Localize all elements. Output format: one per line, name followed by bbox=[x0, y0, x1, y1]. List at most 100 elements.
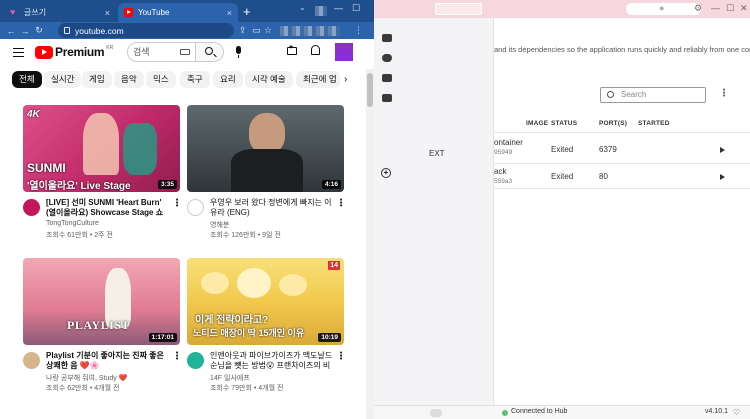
video-meta: 조회수 79만회 • 4개월 전 bbox=[210, 385, 284, 392]
search-button[interactable] bbox=[196, 42, 224, 62]
close-icon[interactable]: × bbox=[227, 8, 232, 18]
chip-recent[interactable]: 최근에 업 bbox=[296, 71, 340, 88]
container-port[interactable]: 6379 bbox=[599, 145, 617, 154]
tab-label: YouTube bbox=[138, 8, 170, 17]
start-play-icon[interactable] bbox=[720, 147, 725, 153]
extensions-area[interactable] bbox=[280, 26, 340, 36]
menu-icon[interactable] bbox=[13, 48, 24, 57]
user-icon[interactable]: ● bbox=[659, 3, 664, 13]
hub-status-dot bbox=[502, 410, 508, 416]
minimize-icon[interactable]: — bbox=[711, 3, 720, 13]
chip-games[interactable]: 게임 bbox=[82, 71, 112, 88]
column-header-started[interactable]: STARTED bbox=[638, 120, 670, 127]
video-thumbnail[interactable]: 4K SUNMI '열이올라요' Live Stage 3:35 bbox=[23, 105, 180, 192]
more-options-icon[interactable]: ⋮ bbox=[172, 198, 182, 209]
column-header-ports[interactable]: PORT(S) bbox=[599, 120, 627, 127]
channel-avatar[interactable] bbox=[187, 199, 204, 216]
containers-icon[interactable] bbox=[382, 34, 392, 42]
thumbnail-caption: SUNMI bbox=[27, 161, 66, 175]
avatar[interactable] bbox=[335, 43, 353, 61]
tab-youtube[interactable]: YouTube × bbox=[118, 3, 238, 22]
channel-name[interactable]: 나랑 공부해 줘여, Study ❤️ bbox=[46, 373, 127, 383]
table-divider bbox=[494, 132, 750, 133]
chip-soccer[interactable]: 축구 bbox=[180, 71, 210, 88]
menu-kebab-icon[interactable]: ⋮ bbox=[354, 25, 363, 36]
maximize-icon[interactable]: ☐ bbox=[352, 3, 360, 14]
reload-icon[interactable]: ↻ bbox=[32, 25, 46, 36]
address-bar[interactable]: youtube.com bbox=[58, 23, 234, 38]
back-icon[interactable]: ← bbox=[4, 26, 18, 36]
page-scrollbar[interactable] bbox=[366, 69, 374, 419]
channel-name[interactable]: TongTongCulture bbox=[46, 220, 99, 227]
video-duration: 3:35 bbox=[157, 180, 177, 189]
tab-label: 글쓰기 bbox=[24, 8, 47, 17]
chip-mix[interactable]: 믹스 bbox=[146, 71, 176, 88]
forward-icon[interactable]: → bbox=[18, 26, 32, 36]
tab-strip: ♥ 글쓰기 × YouTube × + ⌄ — ☐ bbox=[0, 0, 374, 22]
chip-cooking[interactable]: 요리 bbox=[213, 71, 243, 88]
video-thumbnail[interactable]: 4:16 bbox=[187, 105, 344, 192]
container-name[interactable]: ontainer bbox=[494, 138, 523, 147]
add-extension-icon[interactable]: + bbox=[381, 168, 391, 178]
chevron-right-icon[interactable]: › bbox=[344, 74, 347, 85]
channel-avatar[interactable] bbox=[23, 199, 40, 216]
column-header-image[interactable]: IMAGE bbox=[526, 120, 548, 127]
container-name[interactable]: ack bbox=[494, 167, 506, 176]
maximize-icon[interactable]: ☐ bbox=[726, 3, 734, 14]
more-options-icon[interactable]: ⋮ bbox=[719, 88, 729, 99]
category-chips: 전체 실시간 게임 음악 믹스 축구 요리 시각 예술 최근에 업 › bbox=[0, 69, 360, 91]
video-duration: 1:17:01 bbox=[148, 333, 177, 342]
more-options-icon[interactable]: ⋮ bbox=[172, 351, 182, 362]
settings-gear-icon[interactable]: ⚙ bbox=[694, 3, 702, 14]
keyboard-icon[interactable] bbox=[180, 49, 190, 55]
search-input[interactable]: 검색 bbox=[127, 42, 196, 62]
docker-whale-icon bbox=[430, 409, 442, 417]
close-icon[interactable]: × bbox=[105, 8, 110, 18]
region-code: KR bbox=[106, 45, 114, 51]
profile-icon[interactable] bbox=[315, 6, 327, 16]
bookmark-star-icon[interactable]: ☆ bbox=[264, 25, 272, 36]
minimize-icon[interactable]: — bbox=[334, 3, 343, 13]
start-play-icon[interactable] bbox=[720, 174, 725, 180]
close-icon[interactable]: ✕ bbox=[740, 3, 748, 14]
container-port[interactable]: 80 bbox=[599, 172, 608, 181]
chip-visual-arts[interactable]: 시각 예술 bbox=[245, 71, 293, 88]
container-search-input[interactable]: Search bbox=[600, 87, 706, 103]
chip-all[interactable]: 전체 bbox=[12, 71, 42, 88]
new-tab-button[interactable]: + bbox=[243, 4, 251, 19]
video-title[interactable]: [LIVE] 선미 SUNMI 'Heart Burn' (열이올라요) Sho… bbox=[46, 198, 170, 218]
video-title[interactable]: 우영우 보러 왔다 정변에게 빠지는 이유라 (ENG) bbox=[210, 198, 334, 218]
microphone-icon[interactable] bbox=[236, 46, 241, 58]
version-label: v4.10.1 bbox=[705, 408, 728, 415]
column-header-status[interactable]: STATUS bbox=[551, 120, 577, 127]
notifications-icon[interactable] bbox=[311, 45, 320, 55]
tab-write[interactable]: ♥ 글쓰기 × bbox=[4, 3, 116, 22]
volumes-icon[interactable] bbox=[382, 74, 392, 82]
extensions-label: EXT bbox=[429, 149, 445, 158]
chip-music[interactable]: 음악 bbox=[114, 71, 144, 88]
images-cloud-icon[interactable] bbox=[382, 54, 392, 62]
upgrade-button[interactable] bbox=[435, 3, 482, 15]
search-icon bbox=[205, 47, 213, 55]
feedback-icon[interactable]: ♡ bbox=[733, 408, 740, 417]
channel-avatar[interactable] bbox=[187, 352, 204, 369]
create-video-icon[interactable] bbox=[287, 44, 297, 55]
tab-search-icon[interactable]: ⌄ bbox=[299, 3, 311, 15]
video-title[interactable]: Playlist 기분이 좋아지는 진짜 좋은 상쾌한 음 ❤️🌸 bbox=[46, 351, 170, 371]
dev-environments-icon[interactable] bbox=[382, 94, 392, 102]
channel-name[interactable]: 영해분 bbox=[210, 220, 229, 230]
channel-name[interactable]: 14F 일사에프 bbox=[210, 373, 250, 383]
channel-avatar[interactable] bbox=[23, 352, 40, 369]
chip-live[interactable]: 실시간 bbox=[44, 71, 82, 88]
docker-sidebar: EXT + bbox=[374, 18, 494, 405]
more-options-icon[interactable]: ⋮ bbox=[336, 351, 346, 362]
video-thumbnail[interactable]: 14 이게 전략이라고? 노티드 매장이 딱 15개인 이유 10:19 bbox=[187, 258, 344, 345]
more-options-icon[interactable]: ⋮ bbox=[336, 198, 346, 209]
cast-icon[interactable]: ▭ bbox=[252, 25, 261, 36]
container-status: Exited bbox=[551, 172, 574, 181]
scrollbar-thumb[interactable] bbox=[367, 73, 373, 107]
video-title[interactable]: 인앤아웃과 파이브가이즈가 맥도날드 순님을 뺏는 방법😮 프랜차이즈의 비 bbox=[210, 351, 334, 371]
share-icon[interactable]: ⇪ bbox=[239, 25, 247, 36]
video-thumbnail[interactable]: PLAYLIST 1:17:01 bbox=[23, 258, 180, 345]
youtube-logo[interactable]: Premium KR bbox=[35, 45, 113, 59]
